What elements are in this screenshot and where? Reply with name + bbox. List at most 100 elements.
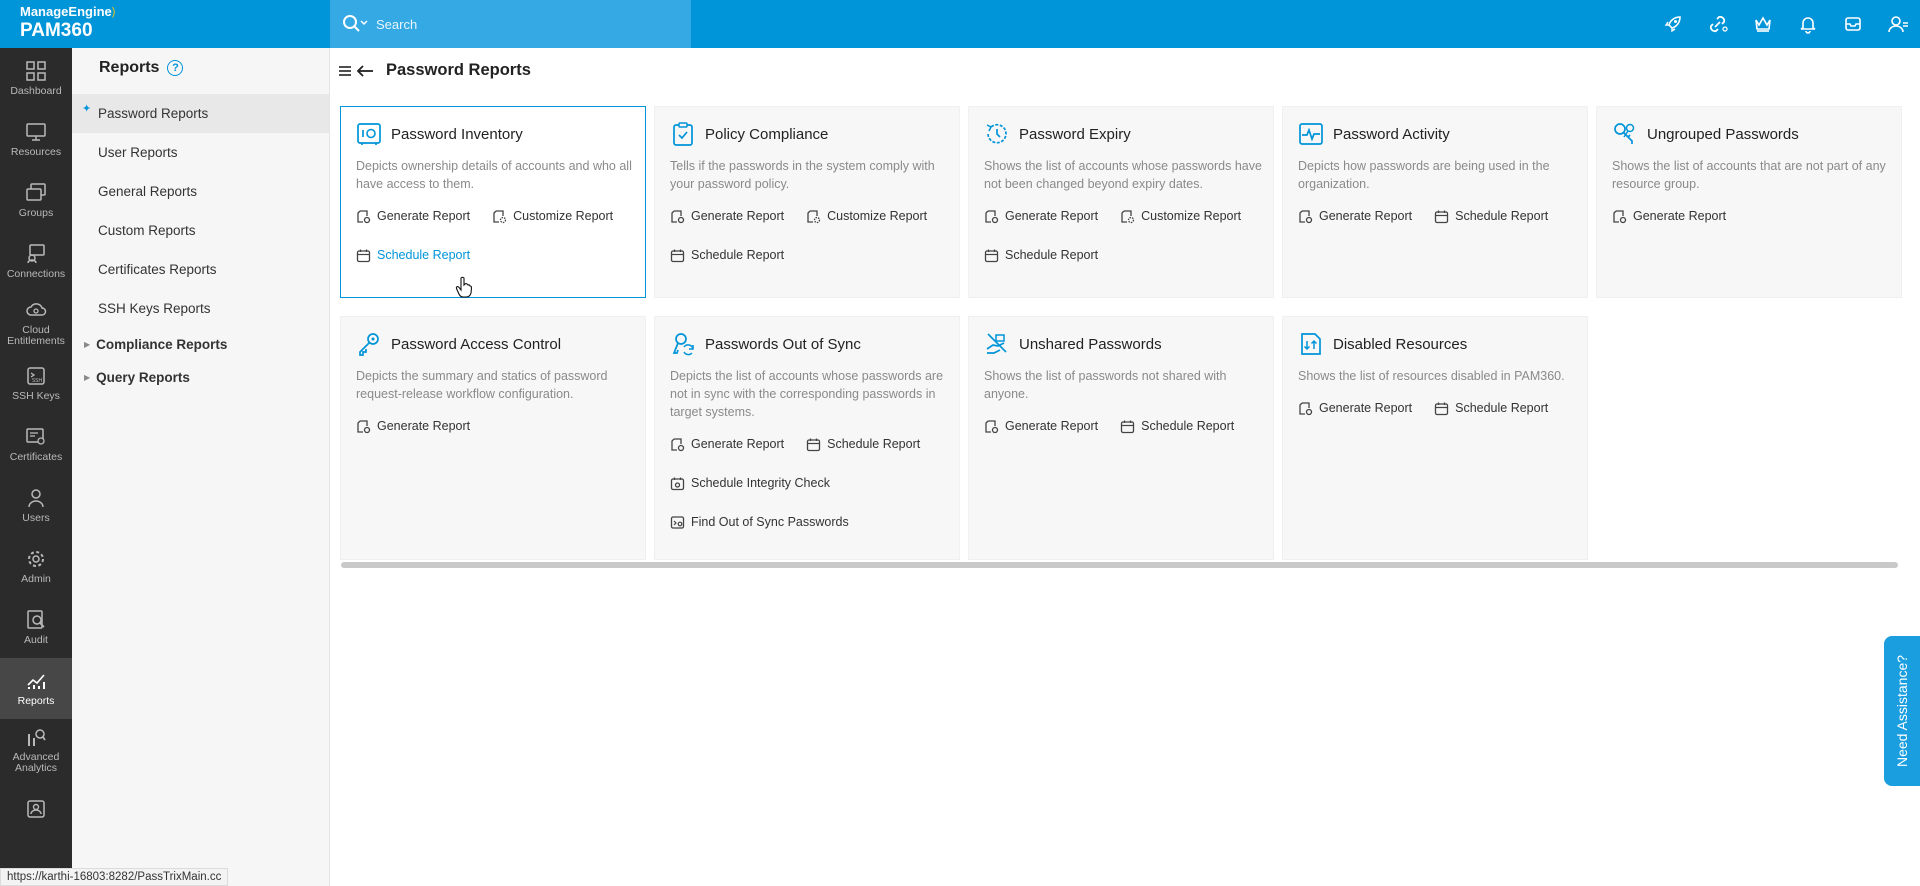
card-password-activity[interactable]: Password Activity Depicts how passwords … <box>1282 106 1588 298</box>
subnav-item-certificates-reports[interactable]: Certificates Reports <box>72 250 329 289</box>
action-label: Customize Report <box>827 209 928 223</box>
search-bar[interactable]: Search <box>330 0 691 48</box>
card-title: Password Access Control <box>391 335 562 353</box>
subnav-title: Reports ? <box>72 48 329 88</box>
nav-contact[interactable] <box>0 780 72 841</box>
action-label: Schedule Report <box>691 248 785 262</box>
card-description: Shows the list of passwords not shared w… <box>984 369 1227 401</box>
generate-report-icon <box>1299 209 1313 223</box>
unshared-icon <box>984 331 1010 357</box>
nav-resources[interactable]: Resources <box>0 109 72 170</box>
need-assistance-button[interactable]: Need Assistance? <box>1884 636 1920 786</box>
menu-icon[interactable] <box>338 64 352 78</box>
nav-users[interactable]: Users <box>0 475 72 536</box>
subnav-item-general-reports[interactable]: General Reports <box>72 172 329 211</box>
calendar-icon <box>984 249 999 262</box>
nav-dashboard[interactable]: Dashboard <box>0 48 72 109</box>
generate-report-button[interactable]: Generate Report <box>1298 397 1412 419</box>
rocket-icon[interactable] <box>1650 0 1695 48</box>
nav-advanced-analytics[interactable]: Advanced Analytics <box>0 719 72 780</box>
card-ungrouped-passwords[interactable]: Ungrouped Passwords Shows the list of ac… <box>1596 106 1902 298</box>
generate-report-button[interactable]: Generate Report <box>1298 205 1412 227</box>
brand-product: PAM360 <box>20 20 93 41</box>
link-key-icon[interactable] <box>1695 0 1740 48</box>
nav-reports[interactable]: Reports <box>0 658 72 719</box>
generate-report-button[interactable]: Generate Report <box>670 433 784 455</box>
schedule-report-button[interactable]: Schedule Report <box>1434 397 1548 419</box>
analytics-icon <box>28 728 46 746</box>
search-input[interactable]: Search <box>376 17 417 32</box>
access-control-icon <box>356 331 382 357</box>
subnav-group-label: Compliance Reports <box>96 337 228 352</box>
brand-logo[interactable]: ManageEngine) PAM360 <box>0 0 330 48</box>
card-title: Ungrouped Passwords <box>1647 125 1799 143</box>
schedule-report-button[interactable]: Schedule Report <box>984 244 1098 266</box>
action-label: Schedule Report <box>377 248 471 262</box>
audit-icon <box>27 610 45 629</box>
generate-report-button[interactable]: Generate Report <box>1612 205 1726 227</box>
action-label: Schedule Report <box>1455 209 1549 223</box>
crown-icon[interactable] <box>1740 0 1785 48</box>
generate-report-button[interactable]: Generate Report <box>356 205 470 227</box>
nav-cloud-entitlements[interactable]: Cloud Entitlements <box>0 292 72 353</box>
schedule-report-button[interactable]: Schedule Report <box>1434 205 1548 227</box>
subnav-group-query-reports[interactable]: ▶ Query Reports <box>72 361 329 394</box>
schedule-integrity-check-button[interactable]: Schedule Integrity Check <box>670 472 960 494</box>
schedule-report-button[interactable]: Schedule Report <box>806 433 920 455</box>
generate-report-button[interactable]: Generate Report <box>984 415 1098 437</box>
action-label: Schedule Report <box>827 437 921 451</box>
find-out-of-sync-passwords-button[interactable]: Find Out of Sync Passwords <box>670 511 960 533</box>
schedule-report-button[interactable]: Schedule Report <box>670 244 784 266</box>
status-bar-url: https://karthi-16803:8282/PassTrixMain.c… <box>0 868 229 886</box>
nav-groups[interactable]: Groups <box>0 170 72 231</box>
card-unshared-passwords[interactable]: Unshared Passwords Shows the list of pas… <box>968 316 1274 560</box>
generate-report-icon <box>671 437 685 451</box>
subnav-group-compliance-reports[interactable]: ▶ Compliance Reports <box>72 328 329 361</box>
page-title: Password Reports <box>386 61 531 79</box>
card-password-expiry[interactable]: Password Expiry Shows the list of accoun… <box>968 106 1274 298</box>
schedule-report-button[interactable]: Schedule Report <box>356 244 470 266</box>
reports-chart-icon <box>27 674 45 689</box>
help-icon[interactable]: ? <box>167 60 184 76</box>
subnav-item-custom-reports[interactable]: Custom Reports <box>72 211 329 250</box>
ssh-icon: SSH <box>27 367 45 385</box>
bell-icon[interactable] <box>1785 0 1830 48</box>
back-arrow-icon[interactable] <box>356 64 374 78</box>
customize-report-button[interactable]: Customize Report <box>806 205 927 227</box>
action-label: Schedule Report <box>1005 248 1099 262</box>
generate-report-icon <box>985 209 999 223</box>
generate-report-button[interactable]: Generate Report <box>984 205 1098 227</box>
nav-ssh-keys[interactable]: SSH SSH Keys <box>0 353 72 414</box>
nav-label: Users <box>22 512 50 524</box>
subnav-item-password-reports[interactable]: ✦ Password Reports <box>72 94 329 133</box>
subnav-item-user-reports[interactable]: User Reports <box>72 133 329 172</box>
card-policy-compliance[interactable]: Policy Compliance Tells if the passwords… <box>654 106 960 298</box>
subnav-item-ssh-keys-reports[interactable]: SSH Keys Reports <box>72 289 329 328</box>
generate-report-button[interactable]: Generate Report <box>356 415 470 437</box>
card-passwords-out-of-sync[interactable]: Passwords Out of Sync Depicts the list o… <box>654 316 960 560</box>
card-description: Depicts the list of accounts whose passw… <box>670 369 944 419</box>
action-label: Generate Report <box>1005 419 1099 433</box>
nav-certificates[interactable]: Certificates <box>0 414 72 475</box>
generate-report-icon <box>357 209 371 223</box>
user-icon[interactable] <box>1875 0 1920 48</box>
mail-icon[interactable] <box>1830 0 1875 48</box>
card-password-access-control[interactable]: Password Access Control Depicts the summ… <box>340 316 646 560</box>
subnav-group-label: Query Reports <box>96 370 190 385</box>
horizontal-scrollbar[interactable] <box>341 562 1898 568</box>
customize-report-button[interactable]: Customize Report <box>1120 205 1241 227</box>
card-disabled-resources[interactable]: Disabled Resources Shows the list of res… <box>1282 316 1588 560</box>
find-sync-icon <box>670 515 685 529</box>
need-assistance-label: Need Assistance? <box>1894 654 1911 768</box>
customize-report-button[interactable]: Customize Report <box>492 205 613 227</box>
generate-report-button[interactable]: Generate Report <box>670 205 784 227</box>
subnav-item-label: Certificates Reports <box>98 262 217 277</box>
customize-report-icon <box>1121 209 1135 223</box>
customize-report-icon <box>493 209 507 223</box>
nav-audit[interactable]: Audit <box>0 597 72 658</box>
nav-admin[interactable]: Admin <box>0 536 72 597</box>
nav-connections[interactable]: Connections <box>0 231 72 292</box>
schedule-report-button[interactable]: Schedule Report <box>1120 415 1234 437</box>
pin-icon[interactable]: ✦ <box>82 102 91 115</box>
card-password-inventory[interactable]: Password Inventory Depicts ownership det… <box>340 106 646 298</box>
